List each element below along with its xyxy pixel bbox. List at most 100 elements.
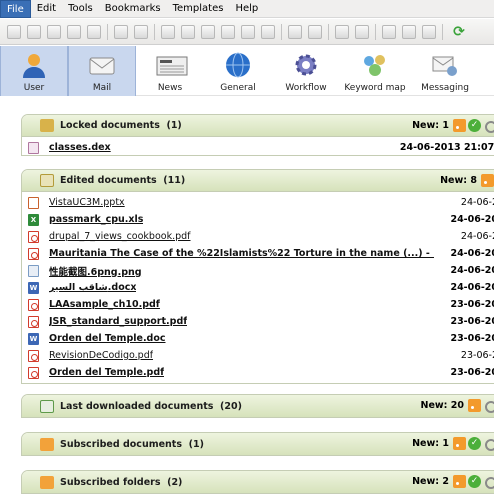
- cancel-checkout-icon[interactable]: [241, 24, 255, 39]
- edit-document-icon[interactable]: [181, 24, 195, 39]
- document-link[interactable]: passmark_cpu.xls: [49, 214, 143, 225]
- document-link[interactable]: RevisionDeCodigo.pdf: [49, 350, 153, 361]
- messaging-icon: [431, 51, 459, 79]
- rss-icon[interactable]: [468, 399, 481, 412]
- tab-mail[interactable]: Mail: [68, 46, 136, 96]
- copy-icon[interactable]: [47, 24, 61, 39]
- document-link[interactable]: VistaUC3M.pptx: [49, 197, 125, 208]
- document-link[interactable]: Orden del Temple.pdf: [49, 367, 164, 378]
- list-item[interactable]: W Orden del Temple.doc 23-06-20: [22, 330, 494, 347]
- unlock-icon[interactable]: [134, 24, 148, 39]
- new-count: New: 2: [412, 476, 449, 487]
- list-item[interactable]: drupal_7_views_cookbook.pdf 24-06-2: [22, 228, 494, 245]
- download-icon[interactable]: [402, 24, 416, 39]
- menu-file[interactable]: File: [0, 0, 31, 18]
- refresh-icon[interactable]: ⟳: [452, 25, 466, 39]
- mail-icon: [88, 51, 116, 79]
- pdf-file-icon: [28, 298, 39, 311]
- rss-icon[interactable]: [481, 174, 494, 187]
- tab-workflow[interactable]: Workflow: [272, 46, 340, 96]
- tab-news[interactable]: News: [136, 46, 204, 96]
- tab-general[interactable]: General: [204, 46, 272, 96]
- pdf-file-icon: [28, 230, 39, 243]
- add-document-icon[interactable]: [161, 24, 175, 39]
- tab-messaging-label: Messaging: [421, 83, 469, 93]
- downloaded-documents-header[interactable]: Last downloaded documents (20) New: 20: [22, 395, 494, 417]
- document-link[interactable]: LAAsample_ch10.pdf: [49, 299, 160, 310]
- menu-templates[interactable]: Templates: [167, 0, 230, 18]
- tab-user[interactable]: User: [0, 46, 68, 96]
- check-icon[interactable]: ✓: [468, 475, 481, 488]
- menu-bookmarks[interactable]: Bookmarks: [99, 0, 167, 18]
- paste-icon[interactable]: [67, 24, 81, 39]
- document-link[interactable]: classes.dex: [49, 142, 111, 153]
- document-link[interactable]: Mauritania The Case of the %22Islamists%…: [49, 248, 434, 259]
- document-link[interactable]: Orden del Temple.doc: [49, 333, 166, 344]
- tab-news-label: News: [157, 83, 183, 93]
- list-item[interactable]: VistaUC3M.pptx 24-06-2: [22, 194, 494, 211]
- tab-keyword-map-label: Keyword map: [344, 83, 406, 93]
- list-item[interactable]: X passmark_cpu.xls 24-06-20: [22, 211, 494, 228]
- subscribed-documents-header[interactable]: Subscribed documents (1) New: 1 ✓: [22, 433, 494, 455]
- document-link[interactable]: 性能截图.6png.png: [49, 264, 142, 278]
- settings-icon[interactable]: [483, 475, 494, 489]
- bookmark-icon[interactable]: [288, 24, 302, 39]
- list-item[interactable]: JSR_standard_support.pdf 23-06-20: [22, 313, 494, 330]
- tab-user-label: User: [23, 83, 45, 93]
- rss-icon[interactable]: [453, 119, 466, 132]
- print-preview-icon[interactable]: [87, 24, 101, 39]
- menu-help[interactable]: Help: [229, 0, 264, 18]
- settings-icon[interactable]: [483, 119, 494, 133]
- locked-documents-header[interactable]: Locked documents (1) New: 1 ✓: [22, 115, 494, 137]
- window-icon[interactable]: [422, 24, 436, 39]
- scanner-icon[interactable]: [355, 24, 369, 39]
- checkin-icon[interactable]: [221, 24, 235, 39]
- check-icon[interactable]: ✓: [468, 119, 481, 132]
- toolbar-separator: [281, 23, 282, 40]
- settings-icon[interactable]: [335, 24, 349, 39]
- settings-icon[interactable]: [483, 437, 494, 451]
- menu-edit[interactable]: Edit: [31, 0, 62, 18]
- subscribed-folders-header[interactable]: Subscribed folders (2) New: 2 ✓: [22, 471, 494, 493]
- print-icon[interactable]: [7, 24, 21, 39]
- upload-icon[interactable]: [382, 24, 396, 39]
- edited-documents-list: VistaUC3M.pptx 24-06-2 X passmark_cpu.xl…: [22, 192, 494, 381]
- list-item[interactable]: Orden del Temple.pdf 23-06-20: [22, 364, 494, 381]
- list-item[interactable]: 性能截图.6png.png 24-06-20: [22, 262, 494, 279]
- rss-icon[interactable]: [453, 475, 466, 488]
- pdf-file-icon: [28, 247, 39, 260]
- newspaper-icon: [156, 51, 188, 79]
- document-date: 24-06-20: [450, 282, 494, 293]
- lock-icon[interactable]: [114, 24, 128, 39]
- document-link[interactable]: JSR_standard_support.pdf: [49, 316, 187, 327]
- document-date: 24-06-20: [450, 214, 494, 225]
- menu-tools[interactable]: Tools: [62, 0, 99, 18]
- module-tabs: User Mail News General Workflow Keyword …: [0, 46, 494, 96]
- list-item[interactable]: W شاقب السير.docx 24-06-20: [22, 279, 494, 296]
- tab-messaging[interactable]: Messaging: [410, 46, 480, 96]
- rss-icon[interactable]: [453, 437, 466, 450]
- new-document-icon[interactable]: [27, 24, 41, 39]
- list-item[interactable]: Mauritania The Case of the %22Islamists%…: [22, 245, 494, 262]
- document-link[interactable]: drupal_7_views_cookbook.pdf: [49, 231, 191, 242]
- subscription-icon: [40, 475, 54, 489]
- toolbar-separator: [375, 23, 376, 40]
- list-item[interactable]: LAAsample_ch10.pdf 23-06-20: [22, 296, 494, 313]
- tab-keyword-map[interactable]: Keyword map: [340, 46, 410, 96]
- list-item[interactable]: RevisionDeCodigo.pdf 23-06-2: [22, 347, 494, 364]
- check-icon[interactable]: ✓: [468, 437, 481, 450]
- workflow-gear-icon: [292, 51, 320, 79]
- new-count: New: 20: [420, 400, 465, 411]
- subscription-icon: [40, 437, 54, 451]
- downloaded-documents-panel: Last downloaded documents (20) New: 20: [21, 394, 494, 418]
- checkout-icon[interactable]: [201, 24, 215, 39]
- edited-documents-header[interactable]: Edited documents (11) New: 8: [22, 170, 494, 192]
- panel-title: Subscribed documents (1): [60, 438, 204, 450]
- home-icon[interactable]: [308, 24, 322, 39]
- list-item[interactable]: classes.dex 24-06-2013 21:07:: [22, 139, 494, 155]
- dex-file-icon: [28, 141, 39, 154]
- settings-icon[interactable]: [483, 399, 494, 413]
- delete-icon[interactable]: [261, 24, 275, 39]
- document-link[interactable]: شاقب السير.docx: [49, 282, 136, 293]
- edited-documents-panel: Edited documents (11) New: 8 VistaUC3M.p…: [21, 169, 494, 384]
